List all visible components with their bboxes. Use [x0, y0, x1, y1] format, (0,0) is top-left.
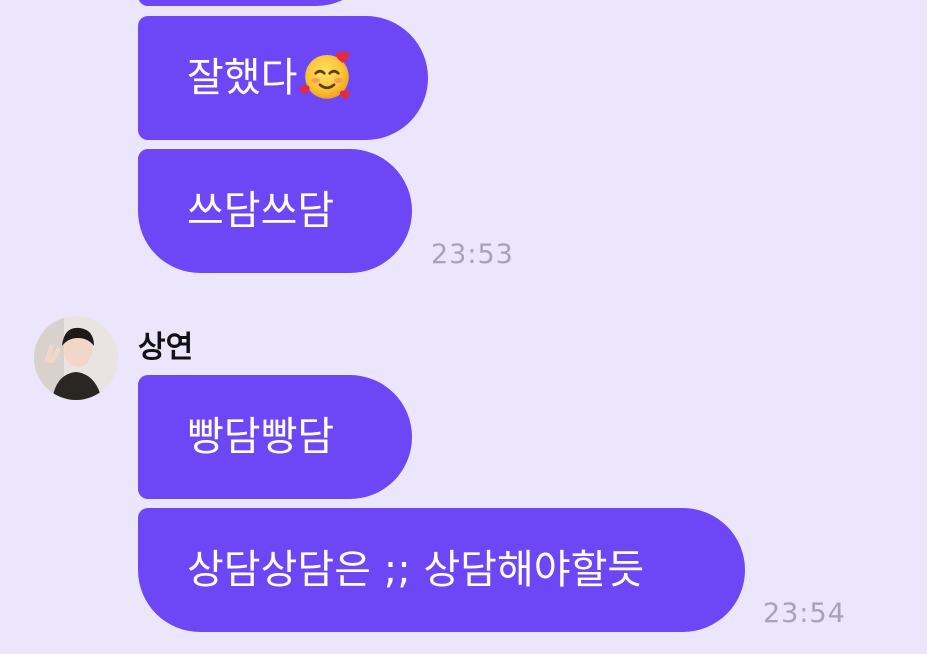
sender-name: 상연: [138, 330, 194, 365]
timestamp: 23:54: [763, 598, 846, 629]
smiling-face-with-hearts-icon: [300, 51, 351, 100]
person-avatar-icon: [34, 316, 118, 400]
chat-area: 잘했다 쓰담쓰담 23:53 상연 빵담빵담 상담상담은 ;; 상담해야할듯 2…: [0, 0, 927, 654]
message-bubble[interactable]: 쓰담쓰담: [138, 149, 412, 273]
message-bubble[interactable]: 상담상담은 ;; 상담해야할듯: [138, 508, 745, 632]
message-text: 잘했다: [187, 55, 298, 101]
message-bubble[interactable]: 잘했다: [138, 16, 428, 140]
message-text: 상담상담은 ;; 상담해야할듯: [187, 547, 645, 593]
message-text: 빵담빵담: [187, 414, 335, 460]
timestamp: 23:53: [431, 239, 514, 270]
avatar[interactable]: [34, 316, 118, 400]
message-text: 쓰담쓰담: [187, 188, 335, 234]
message-bubble[interactable]: 빵담빵담: [138, 375, 412, 499]
message-bubble-partial[interactable]: [138, 0, 378, 6]
